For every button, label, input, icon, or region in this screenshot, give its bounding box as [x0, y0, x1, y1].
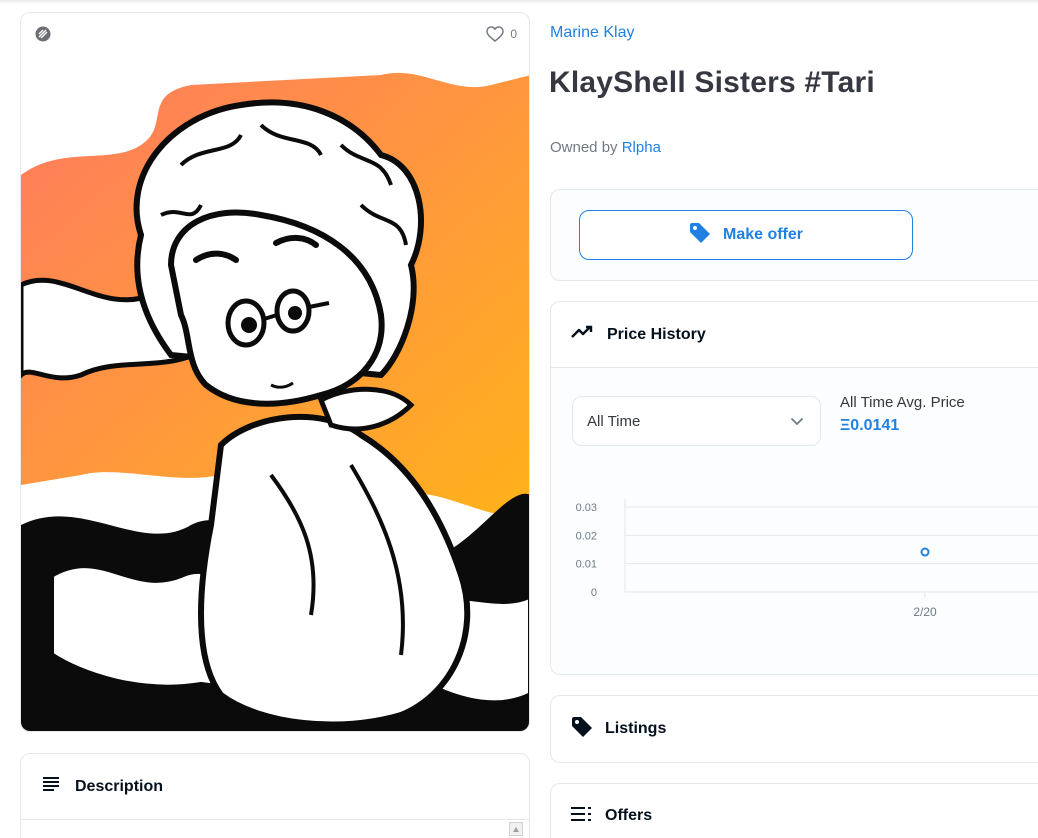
time-range-select[interactable]: All Time: [572, 396, 821, 446]
klaytn-chain-icon[interactable]: [35, 26, 51, 42]
price-history-title: Price History: [607, 325, 706, 343]
owner-line: Owned by Rlpha: [550, 139, 661, 156]
listings-title: Listings: [605, 720, 667, 737]
x-tick-label: 2/20: [913, 605, 937, 619]
owned-by-label: Owned by: [550, 139, 618, 156]
owner-link[interactable]: Rlpha: [622, 139, 661, 156]
collection-link[interactable]: Marine Klay: [550, 24, 634, 42]
price-point: [920, 547, 930, 557]
offers-title: Offers: [605, 807, 653, 824]
favorite-count: 0: [510, 27, 517, 41]
description-header[interactable]: Description: [21, 754, 529, 820]
offers-header[interactable]: Offers: [551, 784, 1038, 838]
favorite-control[interactable]: 0: [486, 26, 517, 42]
tag-icon: [689, 222, 711, 249]
price-history-panel: Price History All Time All Time Avg. Pri…: [550, 301, 1038, 675]
description-title: Description: [75, 777, 164, 795]
y-tick-label: 0: [591, 587, 597, 599]
nft-artwork-image[interactable]: [21, 55, 529, 731]
description-panel[interactable]: Description: [20, 753, 530, 838]
price-history-chart: 0 0.01 0.02 0.03 2/20: [576, 499, 1038, 619]
scroll-up-arrow[interactable]: [509, 822, 523, 836]
heart-icon[interactable]: [486, 26, 505, 42]
y-tick-label: 0.01: [576, 559, 597, 571]
avg-price-value: Ξ0.0141: [840, 417, 900, 434]
offers-list-icon: [571, 806, 593, 826]
offers-panel[interactable]: Offers: [550, 783, 1038, 838]
price-history-header[interactable]: Price History: [551, 302, 1038, 368]
time-range-value: All Time: [587, 412, 641, 430]
avg-price-label: All Time Avg. Price: [840, 394, 965, 411]
description-lines-icon: [43, 777, 61, 796]
offer-panel: Make offer: [550, 189, 1038, 281]
trending-icon: [571, 325, 595, 344]
y-tick-label: 0.02: [576, 530, 597, 542]
listing-tag-icon: [571, 716, 593, 743]
top-shadow: [0, 0, 1038, 4]
artwork-card: 0: [20, 12, 530, 732]
y-tick-label: 0.03: [576, 502, 597, 514]
item-title: KlayShell Sisters #Tari: [549, 66, 875, 99]
chevron-down-icon: [790, 413, 804, 430]
listings-panel[interactable]: Listings: [550, 695, 1038, 763]
make-offer-label: Make offer: [722, 226, 804, 243]
artwork-header: 0: [21, 13, 529, 55]
make-offer-button[interactable]: Make offer: [579, 210, 913, 260]
